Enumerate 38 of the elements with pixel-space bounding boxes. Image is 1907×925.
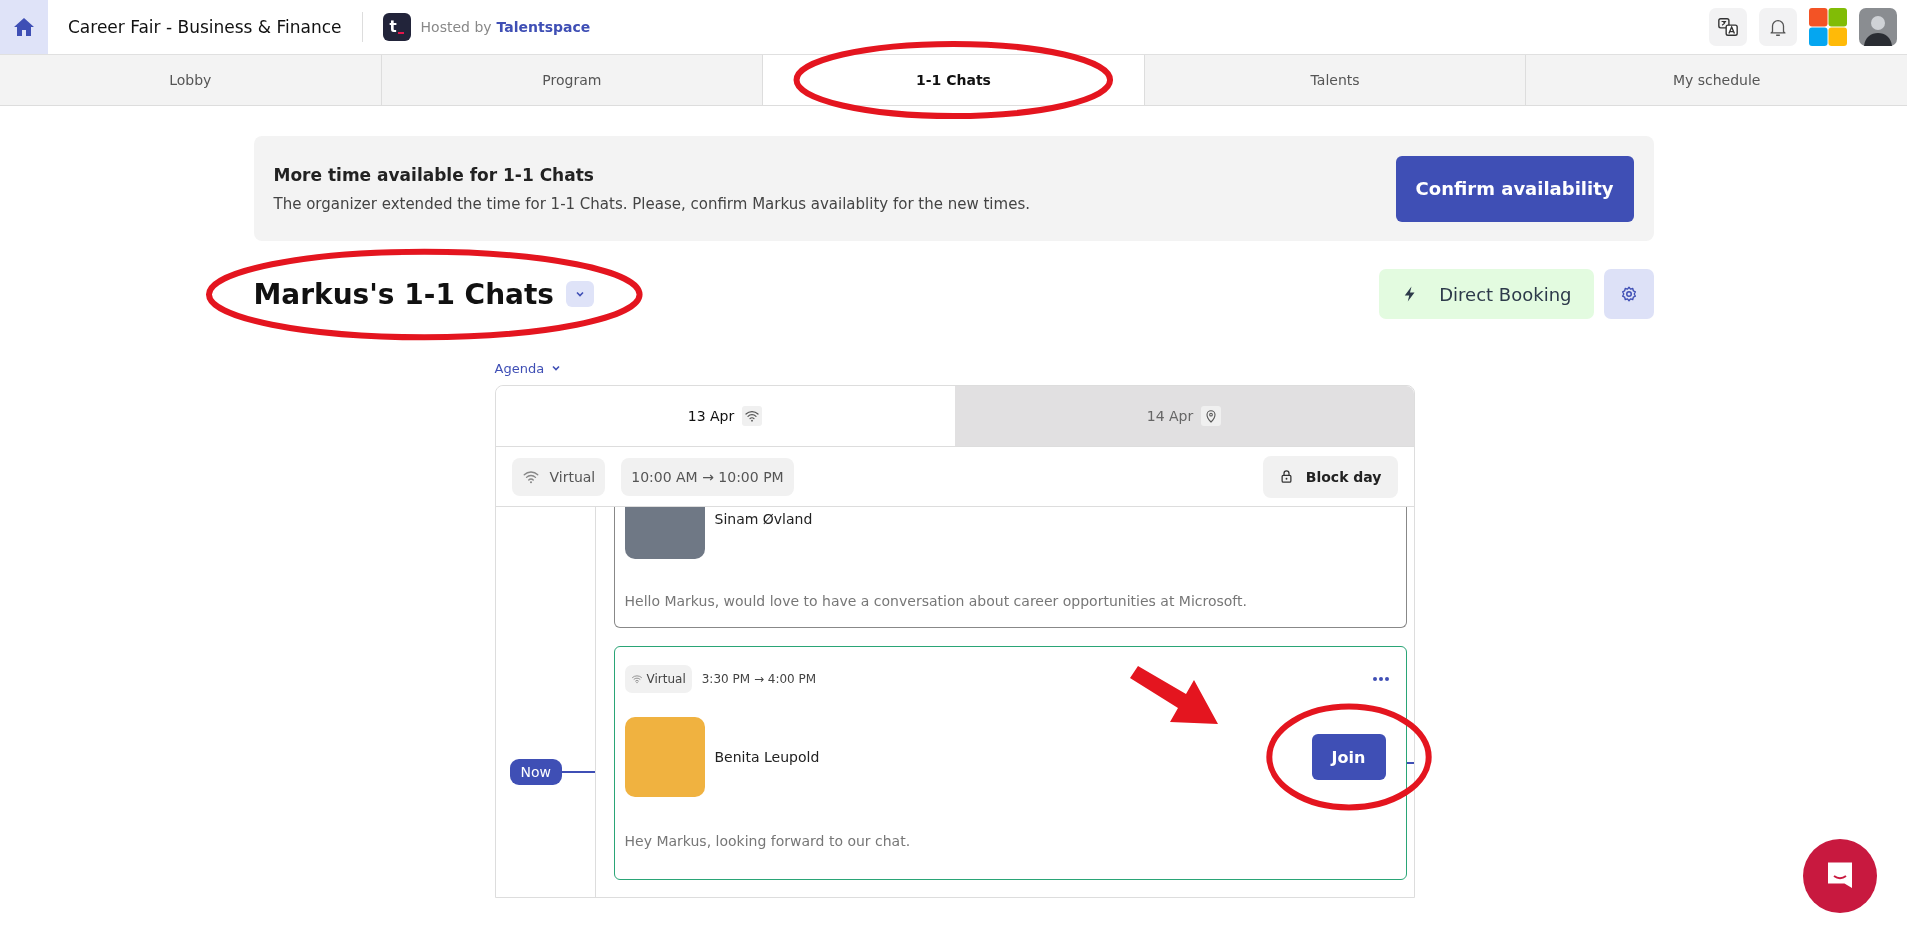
person-name: Benita Leupold bbox=[714, 749, 820, 765]
settings-button[interactable] bbox=[1603, 269, 1654, 319]
day-tab[interactable]: 14 Apr bbox=[954, 386, 1414, 446]
translate-icon bbox=[1717, 16, 1739, 38]
hours-chip: 10:00 AM → 10:00 PM bbox=[621, 457, 794, 496]
person-name: Sinam Øvland bbox=[714, 511, 813, 527]
home-icon bbox=[12, 15, 36, 39]
block-day-button[interactable]: Block day bbox=[1262, 455, 1398, 498]
direct-booking-button[interactable]: Direct Booking bbox=[1379, 269, 1594, 319]
confirm-availability-button[interactable]: Confirm availability bbox=[1395, 155, 1634, 222]
now-line bbox=[562, 771, 595, 773]
chat-message: Hello Markus, would love to have a conversation about career opportunities at Microsoft. bbox=[624, 593, 1248, 609]
banner-text: The organizer extended the time for 1-1 Chats. Please, confirm Markus availablity for the new times. bbox=[273, 194, 1031, 213]
mode-chip: Virtual bbox=[624, 665, 692, 693]
lock-icon bbox=[1278, 469, 1294, 484]
mode-chip: Virtual bbox=[511, 457, 606, 496]
now-label: Now bbox=[509, 759, 562, 785]
notifications-button[interactable] bbox=[1759, 8, 1797, 46]
avatar[interactable] bbox=[1859, 8, 1897, 46]
settings-icon bbox=[1619, 285, 1638, 303]
location-pin-icon bbox=[1201, 406, 1222, 426]
home-button[interactable] bbox=[0, 0, 48, 54]
hosted-by-text: Hosted by bbox=[420, 19, 492, 35]
agenda-dropdown[interactable]: Agenda bbox=[494, 355, 563, 381]
four-squares-logo[interactable] bbox=[1809, 8, 1847, 46]
chat-message: Hey Markus, looking forward to our chat. bbox=[624, 833, 912, 849]
chat-time: 3:30 PM → 4:00 PM bbox=[701, 672, 817, 686]
join-button[interactable]: Join bbox=[1311, 734, 1386, 780]
host-logo: t bbox=[382, 13, 411, 41]
banner-title: More time available for 1-1 Chats bbox=[273, 164, 595, 185]
event-title: Career Fair - Business & Finance bbox=[68, 17, 342, 37]
more-options-icon[interactable] bbox=[1371, 676, 1390, 682]
wifi-icon bbox=[630, 673, 643, 685]
nav-tab[interactable]: 1-1 Chats bbox=[763, 55, 1144, 105]
translate-button[interactable] bbox=[1709, 8, 1747, 46]
wifi-icon bbox=[742, 406, 763, 426]
host-link[interactable]: Talentspace bbox=[496, 19, 591, 35]
page-heading: Markus's 1-1 Chats bbox=[253, 277, 555, 311]
